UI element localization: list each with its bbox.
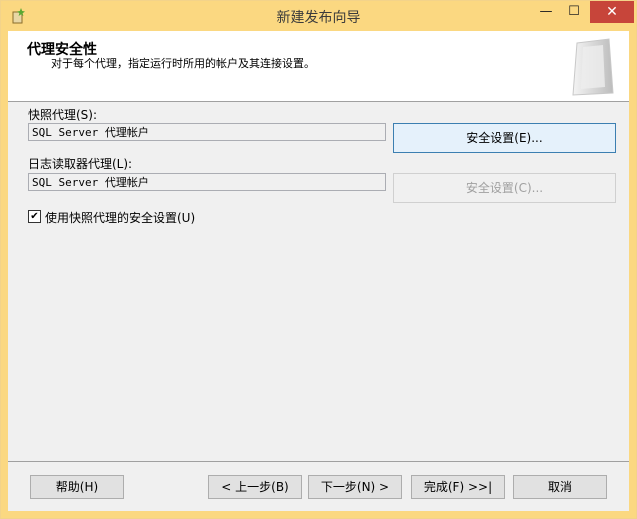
wizard-window: 新建发布向导 — ☐ ✕ 代理安全性 对于每个代理，指定运行时所用的帐户及其连接… xyxy=(0,0,637,519)
minimize-button[interactable]: — xyxy=(531,1,561,23)
close-button[interactable]: ✕ xyxy=(590,1,634,23)
wizard-header: 代理安全性 对于每个代理，指定运行时所用的帐户及其连接设置。 xyxy=(8,31,629,102)
wizard-body: 代理安全性 对于每个代理，指定运行时所用的帐户及其连接设置。 快照代理(S): … xyxy=(8,31,629,511)
log-reader-security-settings-button[interactable]: 安全设置(C)... xyxy=(393,173,616,203)
maximize-button[interactable]: ☐ xyxy=(559,1,589,23)
use-snapshot-security-checkbox[interactable]: ✔ xyxy=(28,210,41,223)
snapshot-security-settings-button[interactable]: 安全设置(E)... xyxy=(393,123,616,153)
use-snapshot-security-label[interactable]: 使用快照代理的安全设置(U) xyxy=(45,209,195,226)
help-button[interactable]: 帮助(H) xyxy=(30,475,124,499)
next-button[interactable]: 下一步(N) > xyxy=(308,475,402,499)
log-reader-agent-account-field: SQL Server 代理帐户 xyxy=(28,173,386,191)
title-bar[interactable]: 新建发布向导 — ☐ ✕ xyxy=(1,1,636,31)
snapshot-agent-label: 快照代理(S): xyxy=(28,108,98,122)
finish-button[interactable]: 完成(F) >>| xyxy=(411,475,505,499)
back-button[interactable]: < 上一步(B) xyxy=(208,475,302,499)
wizard-graphic-icon xyxy=(572,38,614,96)
log-reader-agent-label: 日志读取器代理(L): xyxy=(28,157,133,171)
footer-divider xyxy=(8,461,629,462)
cancel-button[interactable]: 取消 xyxy=(513,475,607,499)
page-subtitle: 对于每个代理，指定运行时所用的帐户及其连接设置。 xyxy=(51,57,315,70)
snapshot-agent-account-field: SQL Server 代理帐户 xyxy=(28,123,386,141)
